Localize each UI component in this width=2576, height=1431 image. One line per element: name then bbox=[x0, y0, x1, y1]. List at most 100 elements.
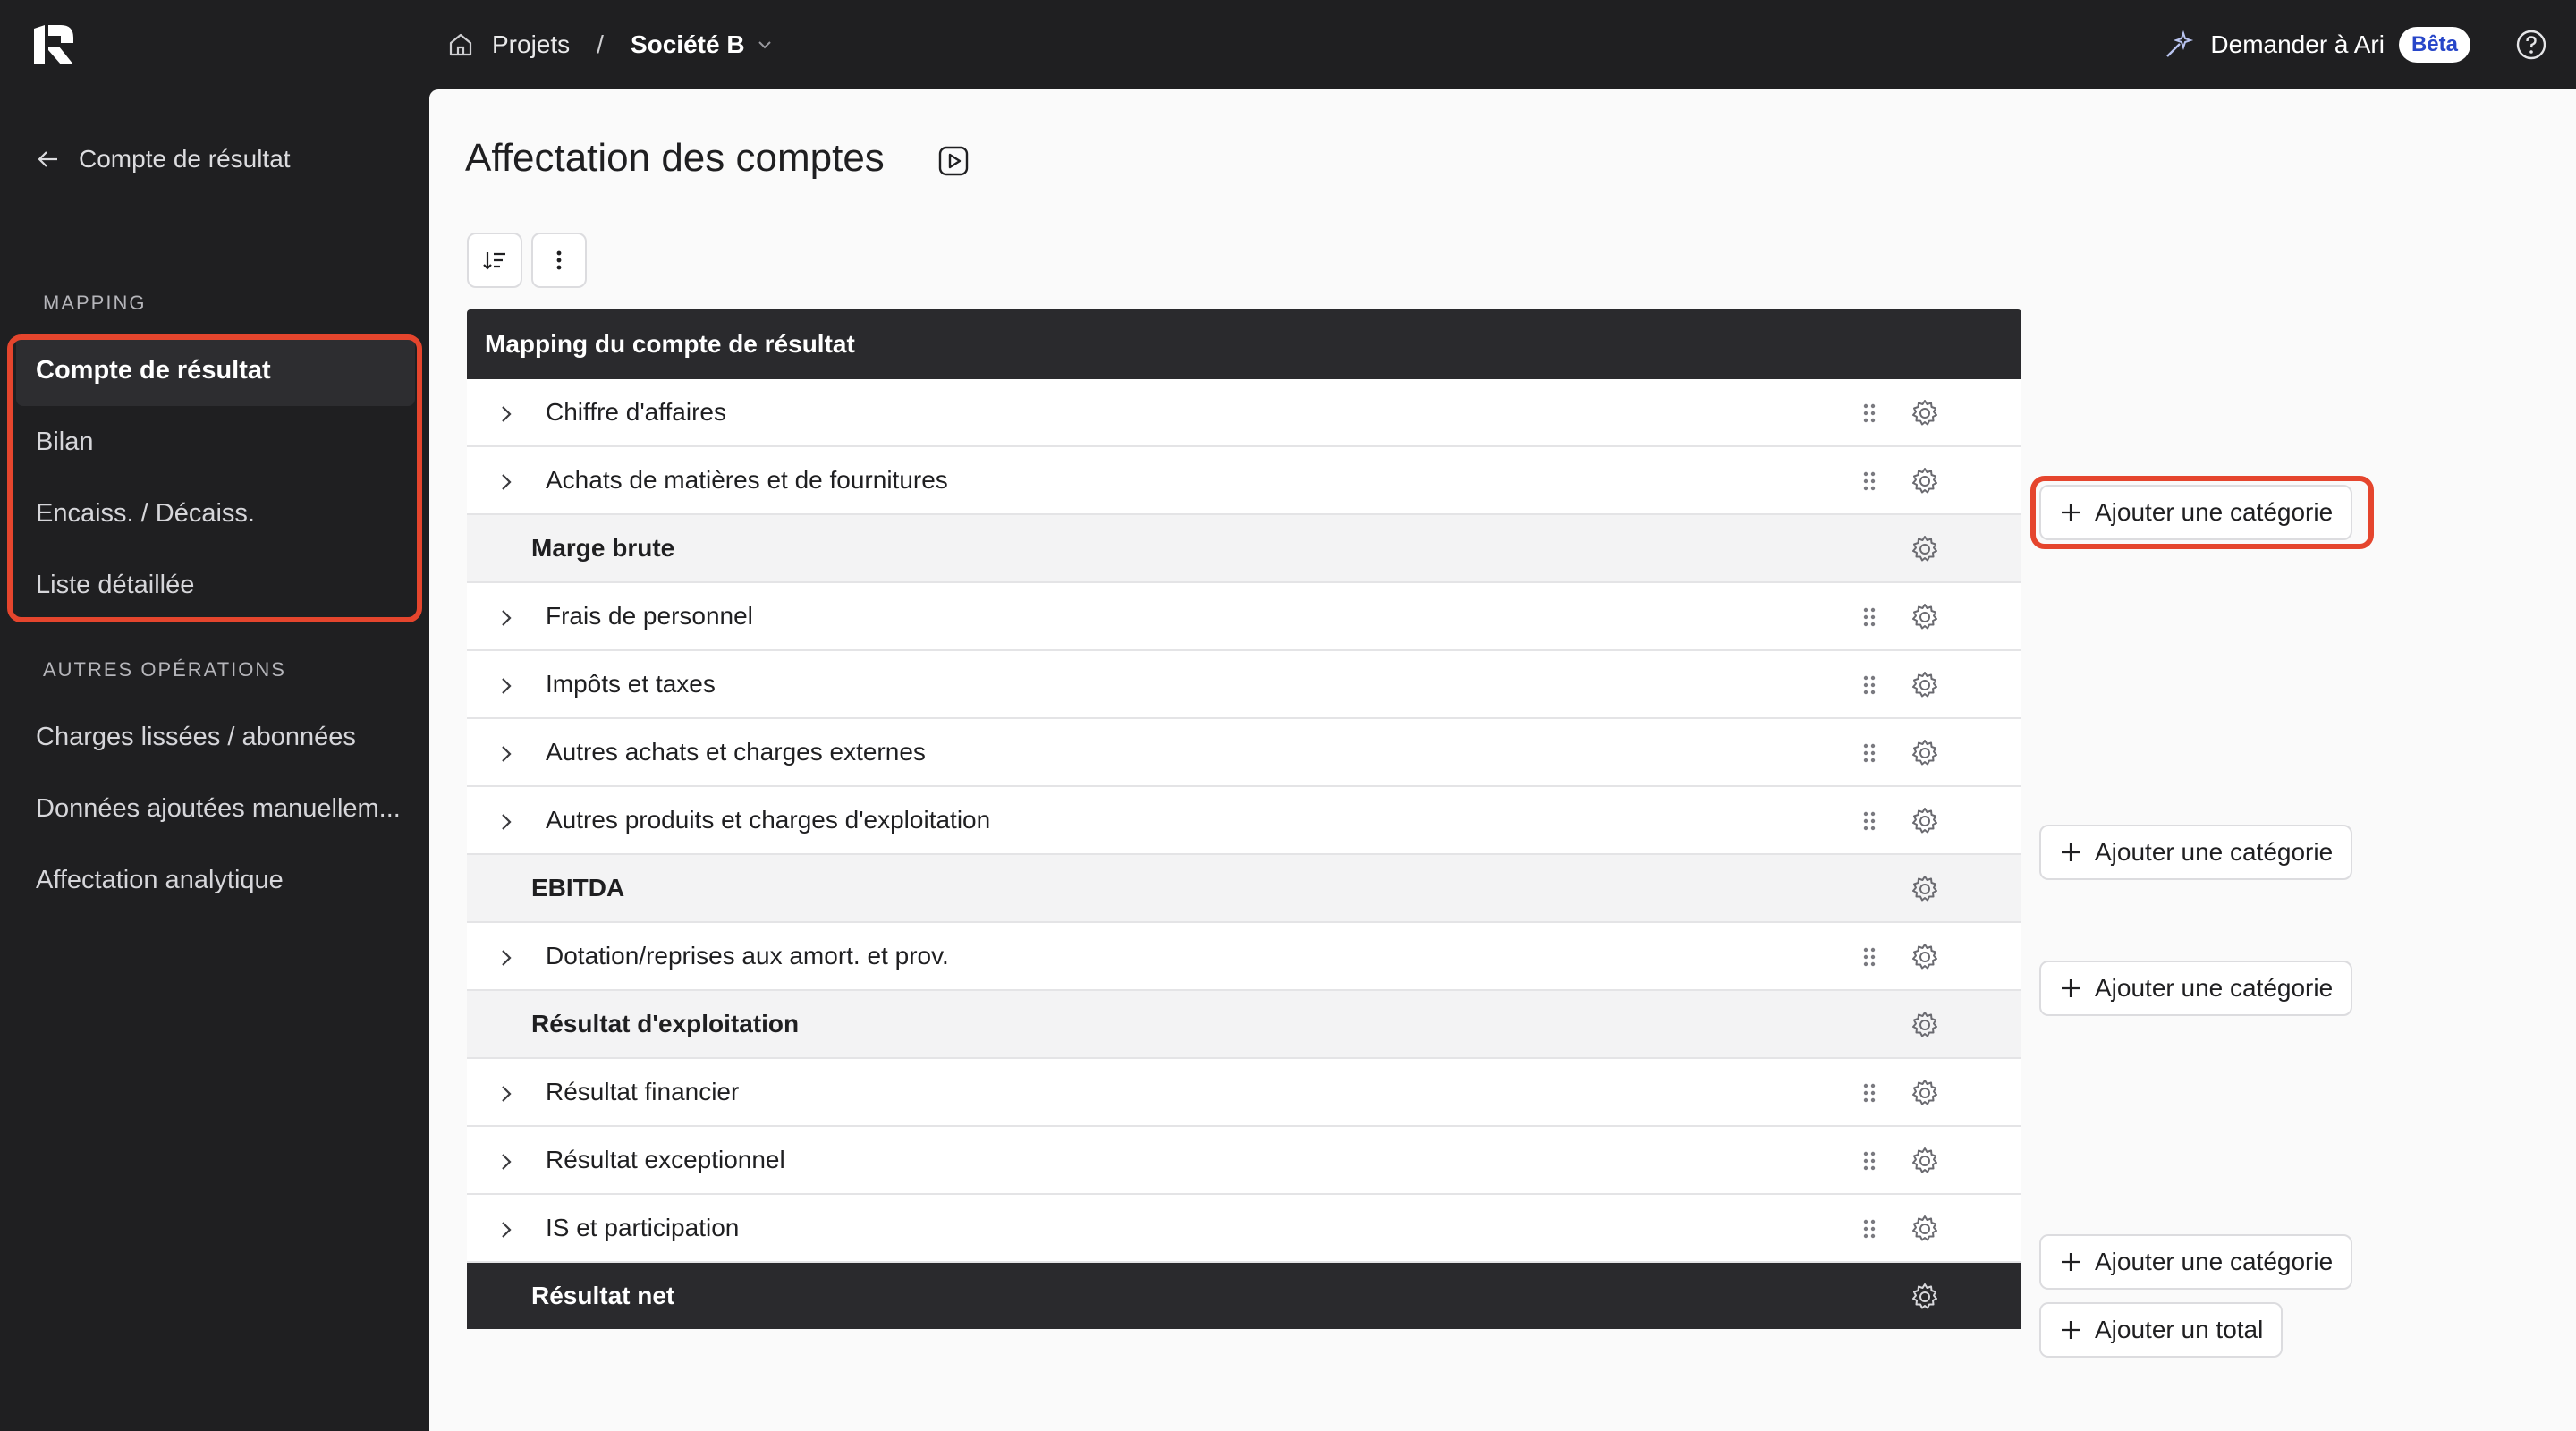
row-label: EBITDA bbox=[531, 874, 625, 902]
gear-icon[interactable] bbox=[1909, 1145, 1941, 1177]
drag-handle-icon[interactable] bbox=[1857, 809, 1882, 834]
plus-icon bbox=[2062, 979, 2080, 997]
row-label: Résultat net bbox=[531, 1282, 675, 1309]
add-total-button[interactable]: Ajouter un total bbox=[2039, 1302, 2284, 1358]
row-label: Chiffre d'affaires bbox=[546, 398, 726, 426]
sidebar-item-label: Affectation analytique bbox=[36, 865, 284, 894]
category-row[interactable]: Autres produits et charges d'exploitatio… bbox=[467, 787, 2021, 855]
chevron-right-icon[interactable] bbox=[496, 810, 517, 832]
row-label: Achats de matières et de fournitures bbox=[546, 466, 948, 494]
gear-icon[interactable] bbox=[1909, 669, 1941, 701]
app-logo-icon[interactable] bbox=[34, 25, 75, 64]
add-category-button[interactable]: Ajouter une catégorie bbox=[2039, 1234, 2353, 1290]
add-category-label: Ajouter une catégorie bbox=[2095, 838, 2334, 866]
sidebar-item-label: Données ajoutées manuellem... bbox=[36, 793, 401, 823]
gear-icon[interactable] bbox=[1909, 873, 1941, 905]
plus-icon bbox=[2062, 843, 2080, 861]
beta-badge: Bêta bbox=[2398, 27, 2470, 63]
category-row[interactable]: Autres achats et charges externes bbox=[467, 719, 2021, 787]
gear-icon[interactable] bbox=[1909, 737, 1941, 769]
back-link-label: Compte de résultat bbox=[79, 145, 291, 173]
gear-icon[interactable] bbox=[1909, 601, 1941, 633]
main-content: Affectation des comptes Mapping du compt… bbox=[429, 89, 2576, 1431]
sidebar: Compte de résultat MAPPING Compte de rés… bbox=[0, 89, 429, 1431]
category-row[interactable]: Impôts et taxes bbox=[467, 651, 2021, 719]
total-row[interactable]: Marge brute bbox=[467, 515, 2021, 583]
category-row[interactable]: Résultat exceptionnel bbox=[467, 1127, 2021, 1195]
gear-icon[interactable] bbox=[1909, 1077, 1941, 1109]
chevron-right-icon[interactable] bbox=[496, 674, 517, 696]
chevron-right-icon[interactable] bbox=[496, 606, 517, 628]
ask-ari-button[interactable]: Demander à Ari Bêta bbox=[2164, 23, 2470, 66]
page-title: Affectation des comptes bbox=[465, 136, 885, 180]
chevron-right-icon[interactable] bbox=[496, 402, 517, 424]
more-options-button[interactable] bbox=[531, 233, 587, 288]
ask-ari-label: Demander à Ari bbox=[2210, 30, 2385, 58]
category-row[interactable]: Résultat financier bbox=[467, 1059, 2021, 1127]
category-row[interactable]: Chiffre d'affaires bbox=[467, 379, 2021, 447]
breadcrumb-separator: / bbox=[597, 30, 604, 58]
chevron-right-icon[interactable] bbox=[496, 742, 517, 764]
highlight-add-category bbox=[2030, 476, 2374, 549]
home-icon[interactable] bbox=[447, 31, 474, 58]
gear-icon[interactable] bbox=[1909, 1213, 1941, 1245]
drag-handle-icon[interactable] bbox=[1857, 1148, 1882, 1173]
drag-handle-icon[interactable] bbox=[1857, 741, 1882, 766]
sidebar-item-donnees-ajoutees[interactable]: Données ajoutées manuellem... bbox=[16, 773, 415, 844]
mapping-table: Mapping du compte de résultat Chiffre d'… bbox=[467, 309, 2021, 1329]
drag-handle-icon[interactable] bbox=[1857, 469, 1882, 494]
sort-button[interactable] bbox=[467, 233, 522, 288]
gear-icon[interactable] bbox=[1909, 465, 1941, 497]
row-label: Marge brute bbox=[531, 534, 675, 562]
sidebar-item-affectation-analytique[interactable]: Affectation analytique bbox=[16, 844, 415, 916]
category-row[interactable]: Frais de personnel bbox=[467, 583, 2021, 651]
sparkle-icon bbox=[2166, 30, 2194, 57]
add-category-label: Ajouter une catégorie bbox=[2095, 974, 2334, 1002]
drag-handle-icon[interactable] bbox=[1857, 401, 1882, 426]
add-category-button[interactable]: Ajouter une catégorie bbox=[2039, 825, 2353, 880]
table-body: Chiffre d'affaires Achats de matières et … bbox=[467, 379, 2021, 1329]
arrow-left-icon bbox=[38, 151, 57, 167]
row-label: Résultat financier bbox=[546, 1078, 740, 1105]
section-title-autres-operations: AUTRES OPÉRATIONS bbox=[43, 658, 286, 681]
row-label: Autres achats et charges externes bbox=[546, 738, 926, 766]
back-link[interactable]: Compte de résultat bbox=[36, 145, 291, 174]
chevron-right-icon[interactable] bbox=[496, 946, 517, 968]
chevron-right-icon[interactable] bbox=[496, 1150, 517, 1172]
total-row[interactable]: Résultat d'exploitation bbox=[467, 991, 2021, 1059]
video-play-icon[interactable] bbox=[937, 145, 970, 177]
sidebar-item-charges-lissees[interactable]: Charges lissées / abonnées bbox=[16, 701, 415, 773]
table-header: Mapping du compte de résultat bbox=[467, 309, 2021, 379]
chevron-right-icon[interactable] bbox=[496, 1082, 517, 1104]
category-row[interactable]: Dotation/reprises aux amort. et prov. bbox=[467, 923, 2021, 991]
total-row[interactable]: EBITDA bbox=[467, 855, 2021, 923]
chevron-right-icon[interactable] bbox=[496, 470, 517, 492]
section-title-mapping: MAPPING bbox=[43, 292, 147, 314]
drag-handle-icon[interactable] bbox=[1857, 944, 1882, 970]
category-row[interactable]: IS et participation bbox=[467, 1195, 2021, 1263]
drag-handle-icon[interactable] bbox=[1857, 1080, 1882, 1105]
breadcrumb-projects[interactable]: Projets bbox=[492, 30, 570, 59]
add-category-button[interactable]: Ajouter une catégorie bbox=[2039, 961, 2353, 1016]
category-row[interactable]: Achats de matières et de fournitures bbox=[467, 447, 2021, 515]
chevron-down-icon[interactable] bbox=[756, 36, 774, 54]
top-bar: Projets / Société B Demander à Ari Bêta bbox=[0, 0, 2576, 89]
drag-handle-icon[interactable] bbox=[1857, 605, 1882, 630]
add-total-label: Ajouter un total bbox=[2095, 1316, 2264, 1343]
highlight-mapping-group bbox=[7, 334, 422, 622]
gear-icon[interactable] bbox=[1909, 805, 1941, 837]
gear-icon[interactable] bbox=[1909, 1009, 1941, 1041]
chevron-right-icon[interactable] bbox=[496, 1218, 517, 1240]
gear-icon[interactable] bbox=[1909, 941, 1941, 973]
sort-icon bbox=[483, 252, 505, 270]
row-label: IS et participation bbox=[546, 1214, 740, 1241]
sidebar-item-label: Charges lissées / abonnées bbox=[36, 722, 356, 751]
help-icon[interactable] bbox=[2515, 29, 2547, 61]
total-row[interactable]: Résultat net bbox=[467, 1263, 2021, 1329]
breadcrumb-company[interactable]: Société B bbox=[631, 30, 745, 59]
gear-icon[interactable] bbox=[1909, 1281, 1941, 1313]
drag-handle-icon[interactable] bbox=[1857, 673, 1882, 698]
drag-handle-icon[interactable] bbox=[1857, 1216, 1882, 1241]
gear-icon[interactable] bbox=[1909, 533, 1941, 565]
gear-icon[interactable] bbox=[1909, 397, 1941, 429]
